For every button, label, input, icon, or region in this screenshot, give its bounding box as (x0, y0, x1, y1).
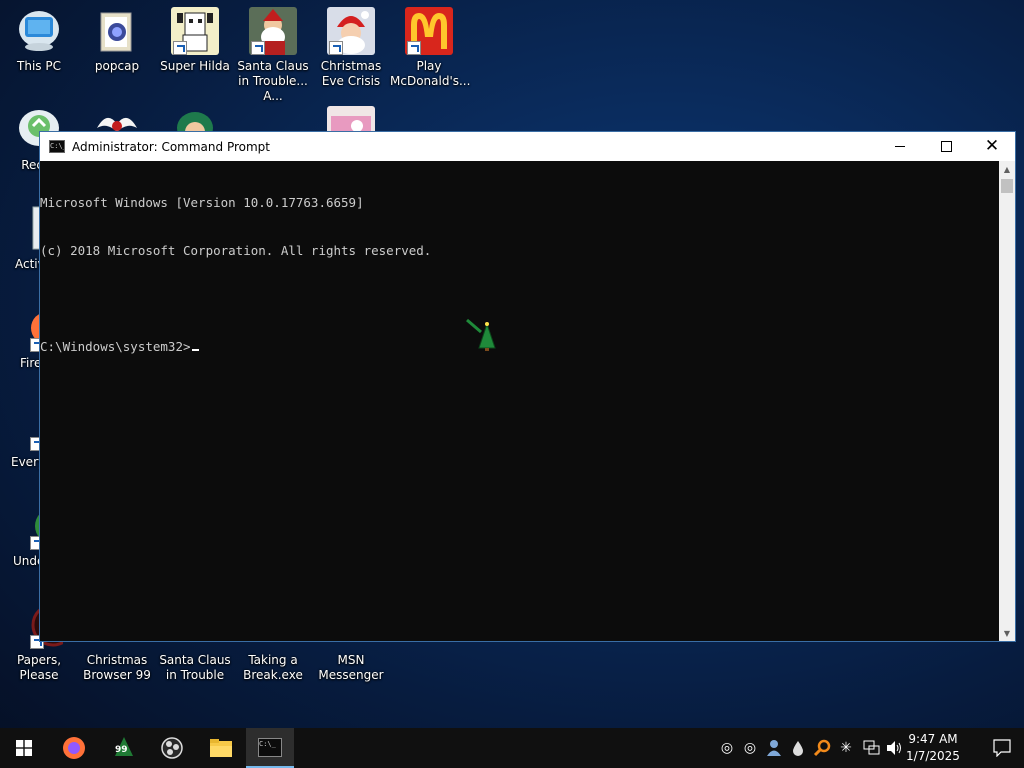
shortcut-arrow-icon (329, 41, 343, 55)
vertical-scrollbar[interactable]: ▲ ▼ (999, 161, 1015, 641)
taskbar-clock[interactable]: 9:47 AM 1/7/2025 (902, 731, 964, 765)
desktop-icon-label: Papers, Please (16, 653, 62, 682)
clock-time: 9:47 AM (908, 732, 958, 746)
desktop-icon-label: popcap (94, 59, 140, 73)
desktop-icon-label: Christmas Browser 99 (83, 653, 151, 682)
scroll-down-arrow-icon[interactable]: ▼ (999, 625, 1015, 641)
desktop-icon-label: Christmas Eve Crisis (320, 59, 382, 88)
taskbar-obs[interactable] (148, 728, 196, 768)
cmd-icon: C:\_ (258, 737, 282, 757)
title-bar[interactable]: C:\_ Administrator: Command Prompt ✕ (40, 132, 1015, 161)
desktop-icon-label: Super Hilda (160, 59, 230, 73)
taskbar: 99 C:\_ ◎ ◎ ✳ 9:47 AM 1/7/2025 (0, 728, 1024, 768)
super-hilda-icon (171, 7, 219, 55)
santa-icon (249, 7, 297, 55)
minimize-icon (895, 146, 905, 147)
notification-icon (993, 739, 1011, 757)
command-prompt-window[interactable]: C:\_ Administrator: Command Prompt ✕ Mic… (39, 131, 1016, 642)
desktop-icon-label: This PC (17, 59, 61, 73)
tray-drop-icon[interactable] (789, 728, 807, 768)
network-icon[interactable] (860, 728, 882, 768)
console-line: (c) 2018 Microsoft Corporation. All righ… (40, 243, 432, 258)
desktop-icon-play-mcdonalds[interactable]: Play McDonald's... (390, 7, 471, 89)
close-icon: ✕ (984, 136, 1000, 156)
window-title: Administrator: Command Prompt (72, 139, 270, 154)
desktop-icon-label: Santa Claus in Trouble... A... (237, 59, 309, 103)
shortcut-arrow-icon (173, 41, 187, 55)
desktop-icon-christmas-eve-crisis[interactable]: Christmas Eve Crisis (312, 7, 390, 89)
console-line: Microsoft Windows [Version 10.0.17763.66… (40, 195, 364, 210)
christmas-eve-crisis-icon (327, 7, 375, 55)
desktop-icon-label: MSN Messenger (318, 653, 384, 682)
tray-user-icon[interactable] (763, 728, 785, 768)
desktop-icon-label: Santa Claus in Trouble (159, 653, 231, 682)
taskbar-command-prompt[interactable]: C:\_ (246, 728, 294, 768)
taskbar-christmas-browser-99[interactable]: 99 (100, 728, 148, 768)
clock-date: 1/7/2025 (906, 749, 960, 763)
folder-icon (210, 739, 232, 757)
shortcut-arrow-icon (407, 41, 421, 55)
desktop-icon-popcap[interactable]: popcap (78, 7, 156, 74)
taskbar-file-explorer[interactable] (197, 728, 245, 768)
mcdonalds-icon (405, 7, 453, 55)
tray-obs-icon[interactable]: ◎ (717, 728, 737, 768)
start-button[interactable] (0, 728, 48, 768)
desktop-icon-santa-claus-in-trouble-a[interactable]: Santa Claus in Trouble... A... (234, 7, 312, 104)
console-prompt: C:\Windows\system32> (40, 339, 191, 354)
desktop-icon-super-hilda[interactable]: Super Hilda (156, 7, 234, 74)
notification-center-button[interactable] (980, 728, 1024, 768)
tree-cursor-icon (465, 318, 499, 356)
maximize-icon (940, 141, 952, 152)
taskbar-firefox[interactable] (50, 728, 98, 768)
folder-icon (93, 7, 141, 55)
console-output[interactable]: Microsoft Windows [Version 10.0.17763.66… (40, 161, 999, 641)
maximize-button[interactable] (923, 132, 969, 161)
tray-search-icon[interactable] (812, 728, 832, 768)
console-prompt-line[interactable]: C:\Windows\system32> (40, 339, 999, 355)
shortcut-arrow-icon (251, 41, 265, 55)
minimize-button[interactable] (877, 132, 923, 161)
obs-icon (161, 737, 183, 759)
scroll-up-arrow-icon[interactable]: ▲ (999, 161, 1015, 177)
badge-99: 99 (115, 745, 128, 755)
desktop-icon-label: Play McDonald's... (390, 59, 471, 88)
desktop-icon-label: Taking a Break.exe (243, 653, 303, 682)
windows-logo-icon (16, 740, 32, 756)
scrollbar-thumb[interactable] (1001, 179, 1013, 193)
cmd-app-icon: C:\_ (49, 140, 65, 153)
tray-snowflake-icon[interactable]: ✳ (836, 728, 856, 768)
close-button[interactable]: ✕ (969, 132, 1015, 161)
this-pc-icon (15, 7, 63, 55)
christmas-tree-icon: 99 (112, 736, 136, 760)
firefox-icon (63, 737, 85, 759)
desktop-icon-this-pc[interactable]: This PC (0, 7, 78, 74)
text-cursor (191, 349, 199, 351)
tray-obs-icon[interactable]: ◎ (740, 728, 760, 768)
